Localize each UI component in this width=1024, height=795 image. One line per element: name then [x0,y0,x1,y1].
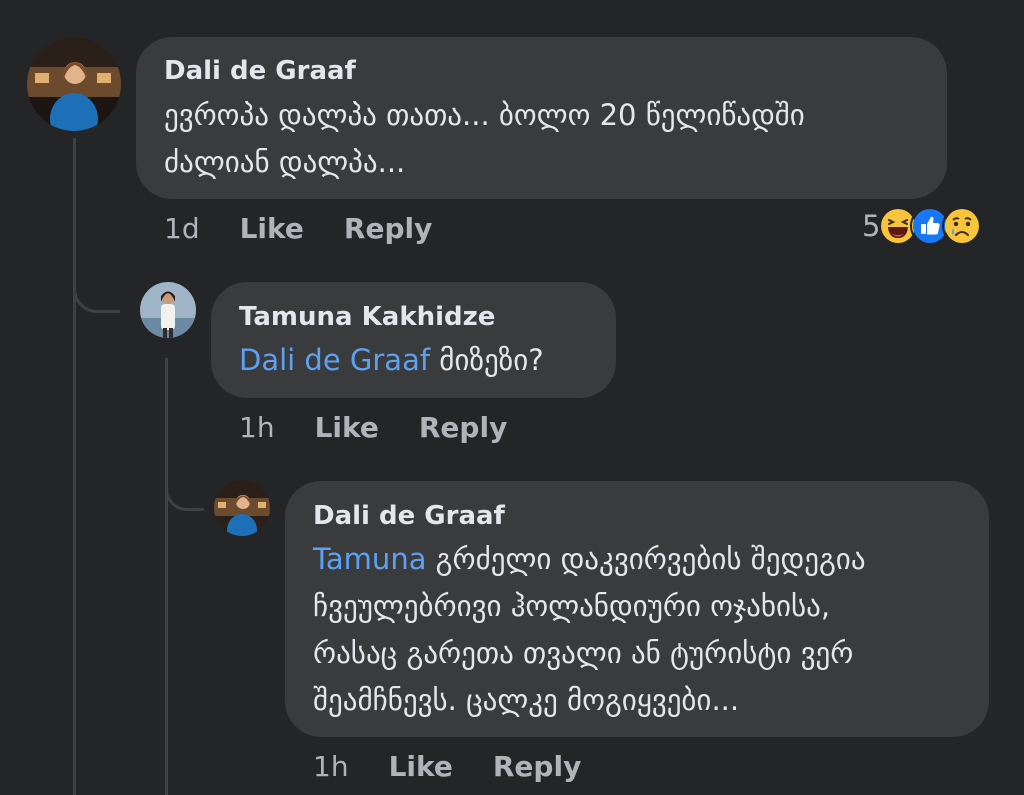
comment-text: Tamuna გრძელი დაკვირვების შედეგია ჩვეულე… [313,536,973,724]
comment-timestamp[interactable]: 1h [239,411,275,444]
reply-button[interactable]: Reply [344,212,432,245]
sad-icon [942,206,983,246]
comment-text: Dali de Graaf მიზეზი? [239,337,544,384]
like-button[interactable]: Like [240,212,304,245]
reaction-summary[interactable]: 5 [862,206,983,246]
profile-photo [214,480,270,536]
comment-actions: 1h Like Reply [313,750,581,783]
comment-actions: 1h Like Reply [239,411,507,444]
comment-text-line: Tamuna გრძელი დაკვირვების შედეგია [313,536,973,583]
profile-photo [140,282,196,338]
thread-line-branch-1 [73,280,120,313]
comment-text-line: ჩვეულებრივი ჰოლანდიური ოჯახისა, [313,589,831,623]
thread-line-main [73,138,76,795]
comment-actions: 1d Like Reply [164,212,432,245]
comment-timestamp[interactable]: 1h [313,750,349,783]
comment-thread: Dali de Graaf ევროპა დალპა თათა... ბოლო … [0,0,1024,795]
comment-text-line: რასაც გარეთა თვალი ან ტურისტი ვერ [313,636,854,670]
thread-line-sub [165,358,168,795]
comment-text-body: გრძელი დაკვირვების შედეგია [426,542,866,576]
like-button[interactable]: Like [389,750,453,783]
reply-button[interactable]: Reply [493,750,581,783]
like-button[interactable]: Like [315,411,379,444]
comment-text-line: შეამჩნევს. ცალკე მოგიყვები... [313,683,740,717]
comment-author[interactable]: Dali de Graaf [313,501,505,531]
mention-link[interactable]: Dali de Graaf [239,343,430,377]
comment-timestamp[interactable]: 1d [164,212,200,245]
comment-text-line: ძალიან დალპა... [164,145,406,179]
comment-text-line: ევროპა დალპა თათა... ბოლო 20 წელიწადში [164,98,805,132]
comment-text-body: მიზეზი? [430,343,544,377]
mention-link[interactable]: Tamuna [313,542,426,576]
avatar[interactable] [140,282,196,338]
avatar[interactable] [214,480,270,536]
reply-button[interactable]: Reply [419,411,507,444]
comment-author[interactable]: Dali de Graaf [164,56,356,86]
comment-text: ევროპა დალპა თათა... ბოლო 20 წელიწადში ძ… [164,92,934,186]
avatar[interactable] [27,37,121,131]
comment-author[interactable]: Tamuna Kakhidze [239,302,495,332]
thread-line-branch-2 [165,480,204,511]
profile-photo [27,37,121,131]
